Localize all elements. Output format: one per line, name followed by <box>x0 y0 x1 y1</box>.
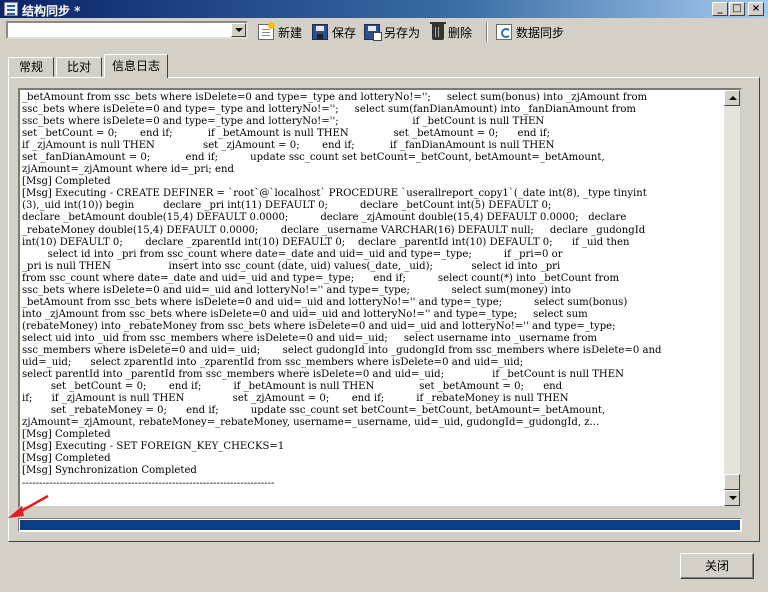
save-button-label: 保存 <box>332 25 357 40</box>
new-button-label: 新建 <box>278 25 303 40</box>
progress-bar <box>18 518 742 532</box>
trash-icon <box>430 22 446 40</box>
scroll-up-icon[interactable] <box>724 90 740 106</box>
tab-compare[interactable]: 比对 <box>56 57 102 77</box>
save-button[interactable]: 保存 <box>312 21 356 43</box>
scroll-thumb[interactable] <box>724 474 740 490</box>
save-as-button-label: 另存为 <box>384 25 421 40</box>
save-as-button[interactable]: 另存为 <box>364 21 420 43</box>
title-bar: 结构同步 * _ □ × <box>0 0 768 18</box>
data-sync-button-label: 数据同步 <box>516 25 565 40</box>
new-file-icon <box>258 22 275 40</box>
delete-button-label: 删除 <box>448 25 473 40</box>
vertical-scrollbar[interactable] <box>724 90 740 506</box>
log-text: _betAmount from ssc_bets where isDelete=… <box>22 92 662 489</box>
scroll-down-icon[interactable] <box>724 490 740 506</box>
window-title: 结构同步 * <box>22 4 81 18</box>
log-textarea[interactable]: _betAmount from ssc_bets where isDelete=… <box>18 88 742 508</box>
maximize-button[interactable]: □ <box>729 2 745 16</box>
tab-general[interactable]: 常规 <box>8 57 54 77</box>
chevron-down-icon[interactable] <box>231 23 246 37</box>
delete-button[interactable]: 删除 <box>430 21 472 43</box>
new-button[interactable]: 新建 <box>258 21 302 43</box>
close-window-button[interactable]: × <box>748 2 764 16</box>
minimize-button[interactable]: _ <box>712 2 728 16</box>
app-icon <box>4 2 18 16</box>
sync-icon <box>496 24 512 40</box>
toolbar: 新建 保存 另存为 删除 数据同步 <box>0 18 768 52</box>
tab-info-log[interactable]: 信息日志 <box>104 54 168 78</box>
data-sync-button[interactable]: 数据同步 <box>496 21 564 43</box>
toolbar-separator <box>486 22 488 42</box>
progress-fill <box>20 520 740 530</box>
connection-select[interactable] <box>6 21 248 39</box>
save-icon <box>312 24 328 40</box>
save-as-icon <box>364 24 382 41</box>
close-button[interactable]: 关闭 <box>680 553 754 579</box>
